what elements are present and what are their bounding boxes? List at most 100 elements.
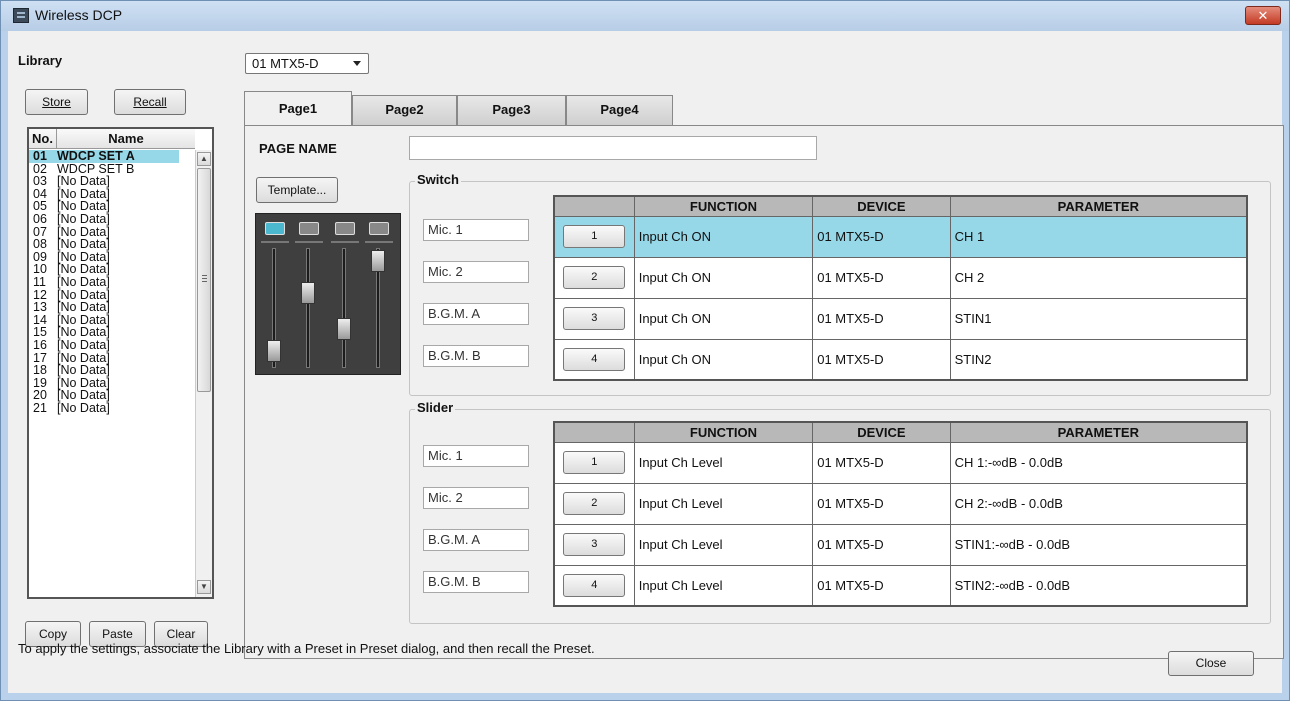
library-scrollbar[interactable]: ▲ ▼	[195, 150, 212, 597]
switch-row[interactable]: 2 Input Ch ON 01 MTX5-D CH 2	[553, 256, 1248, 299]
switch-group-title: Switch	[415, 172, 461, 187]
slider-name-input[interactable]: Mic. 1	[423, 445, 529, 467]
slider-device-cell[interactable]: 01 MTX5-D	[812, 523, 951, 566]
header-parameter: PARAMETER	[949, 421, 1248, 443]
slider-parameter-cell[interactable]: STIN1:-∞dB - 0.0dB	[949, 523, 1248, 566]
slider-row[interactable]: 3 Input Ch Level 01 MTX5-D STIN1:-∞dB - 0.0…	[553, 523, 1248, 566]
switch-function-cell[interactable]: Input Ch ON	[633, 215, 814, 258]
list-item-no: 18	[33, 363, 47, 378]
switch-function-cell[interactable]: Input Ch ON	[633, 338, 814, 381]
library-col-name[interactable]: Name	[57, 129, 195, 149]
slider-device-cell[interactable]: 01 MTX5-D	[812, 482, 951, 525]
switch-parameter-cell[interactable]: STIN1	[949, 297, 1248, 340]
slider-device-cell[interactable]: 01 MTX5-D	[812, 441, 951, 484]
slider-device-cell[interactable]: 01 MTX5-D	[812, 564, 951, 607]
slider-function-cell[interactable]: Input Ch Level	[633, 564, 814, 607]
switch-assign-button-3[interactable]: 3	[563, 307, 626, 330]
switch-row[interactable]: 3 Input Ch ON 01 MTX5-D STIN1	[553, 297, 1248, 340]
template-preview-image	[255, 213, 401, 375]
list-item-no: 11	[33, 274, 46, 289]
scroll-down-icon[interactable]: ▼	[197, 580, 211, 594]
switch-parameter-cell[interactable]: STIN2	[949, 338, 1248, 381]
list-item-no: 01	[33, 149, 47, 163]
slider-parameter-cell[interactable]: CH 1:-∞dB - 0.0dB	[949, 441, 1248, 484]
switch-num-cell: 4	[553, 338, 635, 381]
switch-parameter-cell[interactable]: CH 2	[949, 256, 1248, 299]
switch-row[interactable]: 4 Input Ch ON 01 MTX5-D STIN2	[553, 338, 1248, 381]
wireless-dcp-window: Wireless DCP ✕ Library Store Recall No. …	[0, 0, 1290, 701]
list-item-no: 13	[33, 300, 47, 315]
slider-row[interactable]: 4 Input Ch Level 01 MTX5-D STIN2:-∞dB - 0.0…	[553, 564, 1248, 607]
switch-parameter-cell[interactable]: CH 1	[949, 215, 1248, 258]
slider-group-title: Slider	[415, 400, 456, 415]
library-rows: 01 WDCP SET A 02 WDCP SET B 03 [No Data] 04 [No…	[29, 150, 179, 414]
page-name-input[interactable]	[409, 136, 817, 160]
header-function: FUNCTION	[633, 195, 814, 217]
list-item-no: 06	[33, 211, 47, 226]
slider-function-cell[interactable]: Input Ch Level	[633, 523, 814, 566]
switch-name-input[interactable]: Mic. 1	[423, 219, 529, 241]
list-item-no: 21	[33, 400, 47, 415]
tab-page4[interactable]: Page4	[566, 95, 673, 125]
scroll-thumb[interactable]	[197, 168, 211, 392]
recall-button[interactable]: Recall	[114, 89, 186, 115]
list-item[interactable]: 21 [No Data]	[29, 402, 179, 415]
switch-row[interactable]: 1 Input Ch ON 01 MTX5-D CH 1	[553, 215, 1248, 258]
store-button-label: Store	[42, 95, 71, 109]
switch-device-cell[interactable]: 01 MTX5-D	[812, 338, 951, 381]
header-device: DEVICE	[812, 421, 951, 443]
switch-function-cell[interactable]: Input Ch ON	[633, 256, 814, 299]
list-item-no: 03	[33, 174, 47, 189]
slider-function-cell[interactable]: Input Ch Level	[633, 482, 814, 525]
slider-row[interactable]: 2 Input Ch Level 01 MTX5-D CH 2:-∞dB - 0.0d…	[553, 482, 1248, 525]
slider-assign-button-3[interactable]: 3	[563, 533, 626, 556]
header-function: FUNCTION	[633, 421, 814, 443]
list-item-no: 08	[33, 237, 47, 252]
header-num	[553, 195, 635, 217]
template-button[interactable]: Template...	[256, 177, 338, 203]
slider-name-input[interactable]: Mic. 2	[423, 487, 529, 509]
slider-table: FUNCTION DEVICE PARAMETER 1 Input Ch Level 01…	[553, 421, 1248, 607]
switch-assign-button-1[interactable]: 1	[563, 225, 626, 248]
app-icon	[13, 8, 29, 23]
dialog-body: Library Store Recall No. Name 01 WDCP SET…	[8, 31, 1284, 693]
scroll-up-icon[interactable]: ▲	[197, 152, 211, 166]
switch-num-cell: 2	[553, 256, 635, 299]
slider-assign-button-4[interactable]: 4	[563, 573, 626, 597]
slider-name-input[interactable]: B.G.M. B	[423, 571, 529, 593]
switch-assign-button-4[interactable]: 4	[563, 347, 626, 371]
tab-page1[interactable]: Page1	[244, 91, 352, 126]
slider-assign-button-2[interactable]: 2	[563, 492, 626, 515]
switch-function-cell[interactable]: Input Ch ON	[633, 297, 814, 340]
page-name-label: PAGE NAME	[259, 141, 337, 156]
window-title: Wireless DCP	[35, 7, 123, 23]
store-button[interactable]: Store	[25, 89, 88, 115]
tab-page2[interactable]: Page2	[352, 95, 457, 125]
library-list[interactable]: No. Name 01 WDCP SET A 02 WDCP SET B 03 [No D…	[27, 127, 214, 599]
switch-device-cell[interactable]: 01 MTX5-D	[812, 256, 951, 299]
title-bar: Wireless DCP ✕	[1, 1, 1289, 31]
switch-device-cell[interactable]: 01 MTX5-D	[812, 215, 951, 258]
window-close-button[interactable]: ✕	[1245, 6, 1281, 25]
slider-row[interactable]: 1 Input Ch Level 01 MTX5-D CH 1:-∞dB - 0.0d…	[553, 441, 1248, 484]
slider-num-cell: 4	[553, 564, 635, 607]
tab-page3[interactable]: Page3	[457, 95, 566, 125]
list-item-no: 20	[33, 388, 47, 403]
close-button[interactable]: Close	[1168, 651, 1254, 676]
slider-function-cell[interactable]: Input Ch Level	[633, 441, 814, 484]
slider-assign-button-1[interactable]: 1	[563, 451, 626, 474]
slider-parameter-cell[interactable]: CH 2:-∞dB - 0.0dB	[949, 482, 1248, 525]
slider-parameter-cell[interactable]: STIN2:-∞dB - 0.0dB	[949, 564, 1248, 607]
header-device: DEVICE	[812, 195, 951, 217]
slider-name-input[interactable]: B.G.M. A	[423, 529, 529, 551]
device-select[interactable]: 01 MTX5-D	[245, 53, 369, 74]
switch-name-input[interactable]: B.G.M. A	[423, 303, 529, 325]
switch-name-input[interactable]: B.G.M. B	[423, 345, 529, 367]
switch-name-input[interactable]: Mic. 2	[423, 261, 529, 283]
library-col-no[interactable]: No.	[29, 129, 57, 149]
list-item-no: 16	[33, 337, 47, 352]
list-item-name: [No Data]	[57, 400, 110, 415]
switch-device-cell[interactable]: 01 MTX5-D	[812, 297, 951, 340]
switch-assign-button-2[interactable]: 2	[563, 266, 626, 289]
recall-button-label: Recall	[133, 95, 167, 109]
